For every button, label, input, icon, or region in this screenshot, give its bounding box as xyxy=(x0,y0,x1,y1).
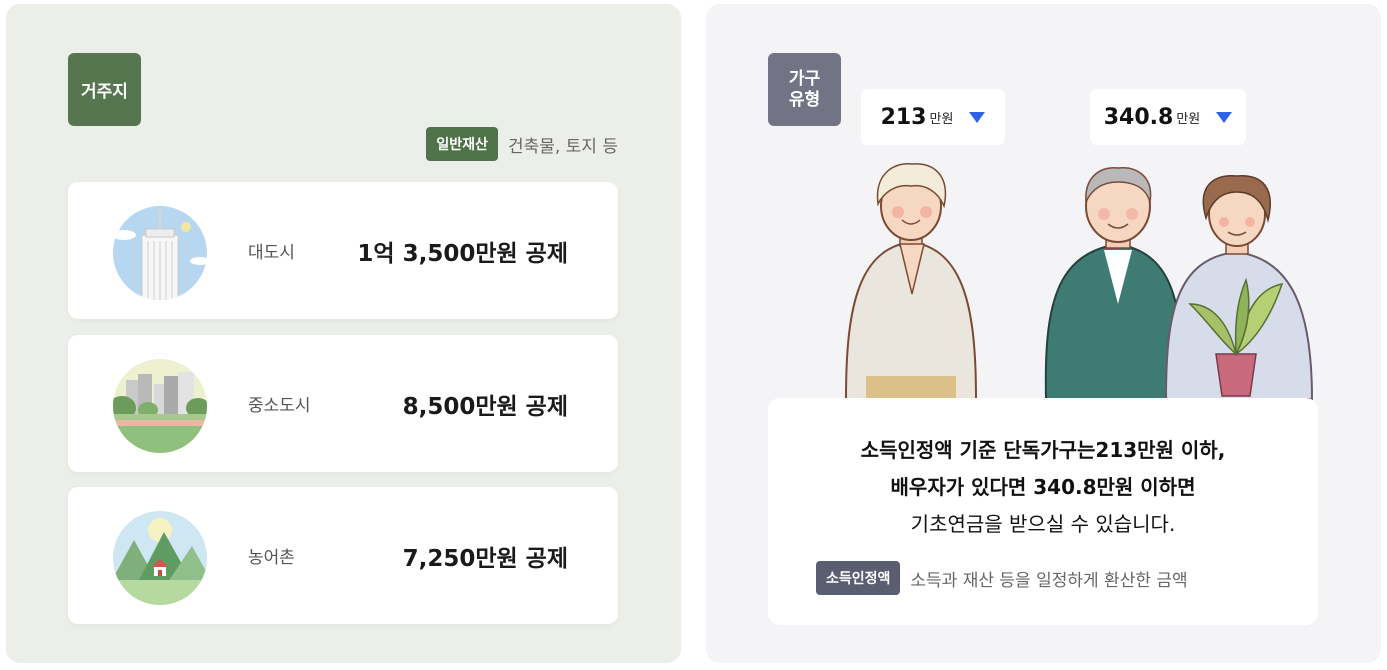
region-card-rural: 농어촌 7,250만원 공제 xyxy=(68,487,618,624)
household-panel: 가구 유형 213 만원 340.8 만원 소득인정액 기준 단독가구는213만… xyxy=(706,4,1381,663)
husband-figure xyxy=(1044,166,1184,400)
couple-income-value: 340.8 xyxy=(1103,104,1174,130)
region-card-small-city: 중소도시 8,500만원 공제 xyxy=(68,335,618,472)
single-income-dropdown[interactable]: 213 만원 xyxy=(861,89,1005,145)
town-icon xyxy=(113,359,207,453)
single-income-unit: 만원 xyxy=(929,111,954,127)
region-card-metropolitan: 대도시 1억 3,500만원 공제 xyxy=(68,182,618,319)
single-elder-figure xyxy=(844,163,978,402)
region-deduction-amount: 8,500만원 공제 xyxy=(402,393,568,420)
recognized-income-chip: 소득인정액 xyxy=(816,561,901,595)
criteria-line-3: 기초연금을 받으실 수 있습니다. xyxy=(910,512,1176,536)
single-income-value: 213 xyxy=(880,104,927,130)
criteria-line-2: 배우자가 있다면 340.8만원 이하면 xyxy=(890,475,1196,499)
residence-panel: 거주지 일반재산 건축물, 토지 등 대도시 1억 3,500만원 공제 중소도… xyxy=(6,4,681,663)
region-name: 중소도시 xyxy=(248,396,311,416)
elderly-people-illustration xyxy=(844,163,1314,402)
region-deduction-amount: 1억 3,500만원 공제 xyxy=(357,240,568,267)
region-deduction-amount: 7,250만원 공제 xyxy=(402,545,568,572)
income-criteria-card: 소득인정액 기준 단독가구는213만원 이하, 배우자가 있다면 340.8만원… xyxy=(768,398,1318,625)
wife-figure xyxy=(1164,175,1314,400)
city-icon xyxy=(113,206,207,300)
income-criteria-text: 소득인정액 기준 단독가구는213만원 이하, 배우자가 있다면 340.8만원… xyxy=(768,432,1318,543)
general-property-note: 일반재산 건축물, 토지 등 xyxy=(426,127,618,161)
general-property-text: 건축물, 토지 등 xyxy=(507,136,618,157)
dropdown-arrow-icon xyxy=(969,111,986,123)
recognized-income-note: 소득인정액 소득과 재산 등을 일정하게 환산한 금액 xyxy=(816,561,1188,595)
criteria-line-1: 소득인정액 기준 단독가구는213만원 이하, xyxy=(860,438,1226,462)
household-type-tag: 가구 유형 xyxy=(768,53,841,126)
village-icon xyxy=(113,511,207,605)
region-name: 대도시 xyxy=(248,243,295,263)
dropdown-arrow-icon xyxy=(1216,111,1233,123)
couple-income-dropdown[interactable]: 340.8 만원 xyxy=(1090,89,1246,145)
general-property-chip: 일반재산 xyxy=(426,127,498,161)
couple-income-unit: 만원 xyxy=(1176,111,1201,127)
region-name: 농어촌 xyxy=(248,548,295,568)
recognized-income-text: 소득과 재산 등을 일정하게 환산한 금액 xyxy=(910,570,1188,591)
residence-tag: 거주지 xyxy=(68,53,141,126)
